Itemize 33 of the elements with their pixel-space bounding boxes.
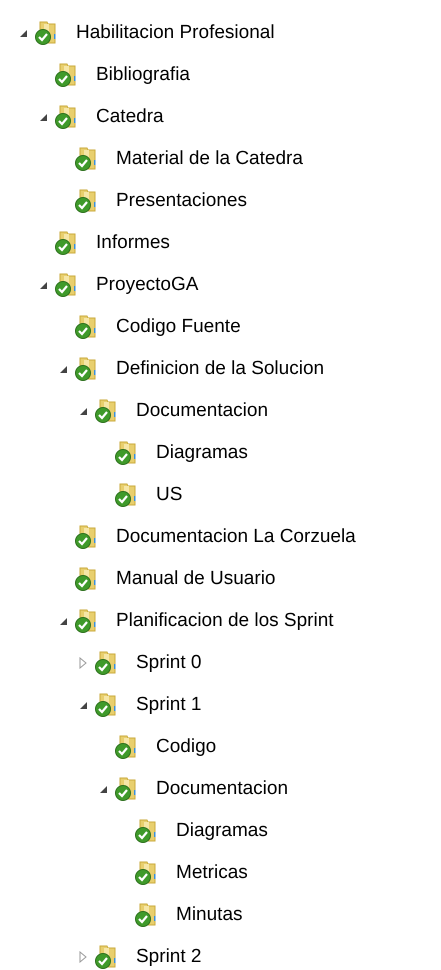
folder-label[interactable]: Minutas — [176, 904, 243, 926]
folder-label[interactable]: Manual de Usuario — [116, 568, 276, 590]
collapse-arrow-icon[interactable] — [98, 784, 108, 794]
folder-label[interactable]: Habilitacion Profesional — [76, 22, 275, 44]
folder-label[interactable]: Material de la Catedra — [116, 148, 303, 170]
folder-label[interactable]: Codigo Fuente — [116, 316, 241, 338]
collapse-arrow-icon[interactable] — [18, 28, 28, 38]
folder-label[interactable]: Definicion de la Solucion — [116, 358, 324, 380]
folder-label[interactable]: Informes — [96, 232, 170, 254]
folder-label[interactable]: Documentacion La Corzuela — [116, 526, 356, 548]
folder-label[interactable]: Sprint 0 — [136, 652, 202, 674]
folder-label[interactable]: Codigo — [156, 736, 216, 758]
collapse-arrow-icon[interactable] — [78, 406, 88, 416]
expand-arrow-icon[interactable] — [79, 657, 87, 669]
collapse-arrow-icon[interactable] — [38, 280, 48, 290]
expand-arrow-icon[interactable] — [79, 951, 87, 963]
collapse-arrow-icon[interactable] — [78, 700, 88, 710]
folder-label[interactable]: Sprint 2 — [136, 946, 202, 968]
folder-label[interactable]: Documentacion — [156, 778, 288, 800]
folder-label[interactable]: US — [156, 484, 182, 506]
folder-label[interactable]: Sprint 1 — [136, 694, 202, 716]
folder-label[interactable]: Diagramas — [176, 820, 268, 842]
folder-label[interactable]: Metricas — [176, 862, 248, 884]
folder-label[interactable]: Planificacion de los Sprint — [116, 610, 334, 632]
folder-label[interactable]: Bibliografia — [96, 64, 190, 86]
collapse-arrow-icon[interactable] — [58, 616, 68, 626]
collapse-arrow-icon[interactable] — [38, 112, 48, 122]
folder-label[interactable]: Presentaciones — [116, 190, 247, 212]
folder-label[interactable]: Documentacion — [136, 400, 268, 422]
folder-label[interactable]: Diagramas — [156, 442, 248, 464]
folder-label[interactable]: ProyectoGA — [96, 274, 198, 296]
folder-label[interactable]: Catedra — [96, 106, 164, 128]
collapse-arrow-icon[interactable] — [58, 364, 68, 374]
